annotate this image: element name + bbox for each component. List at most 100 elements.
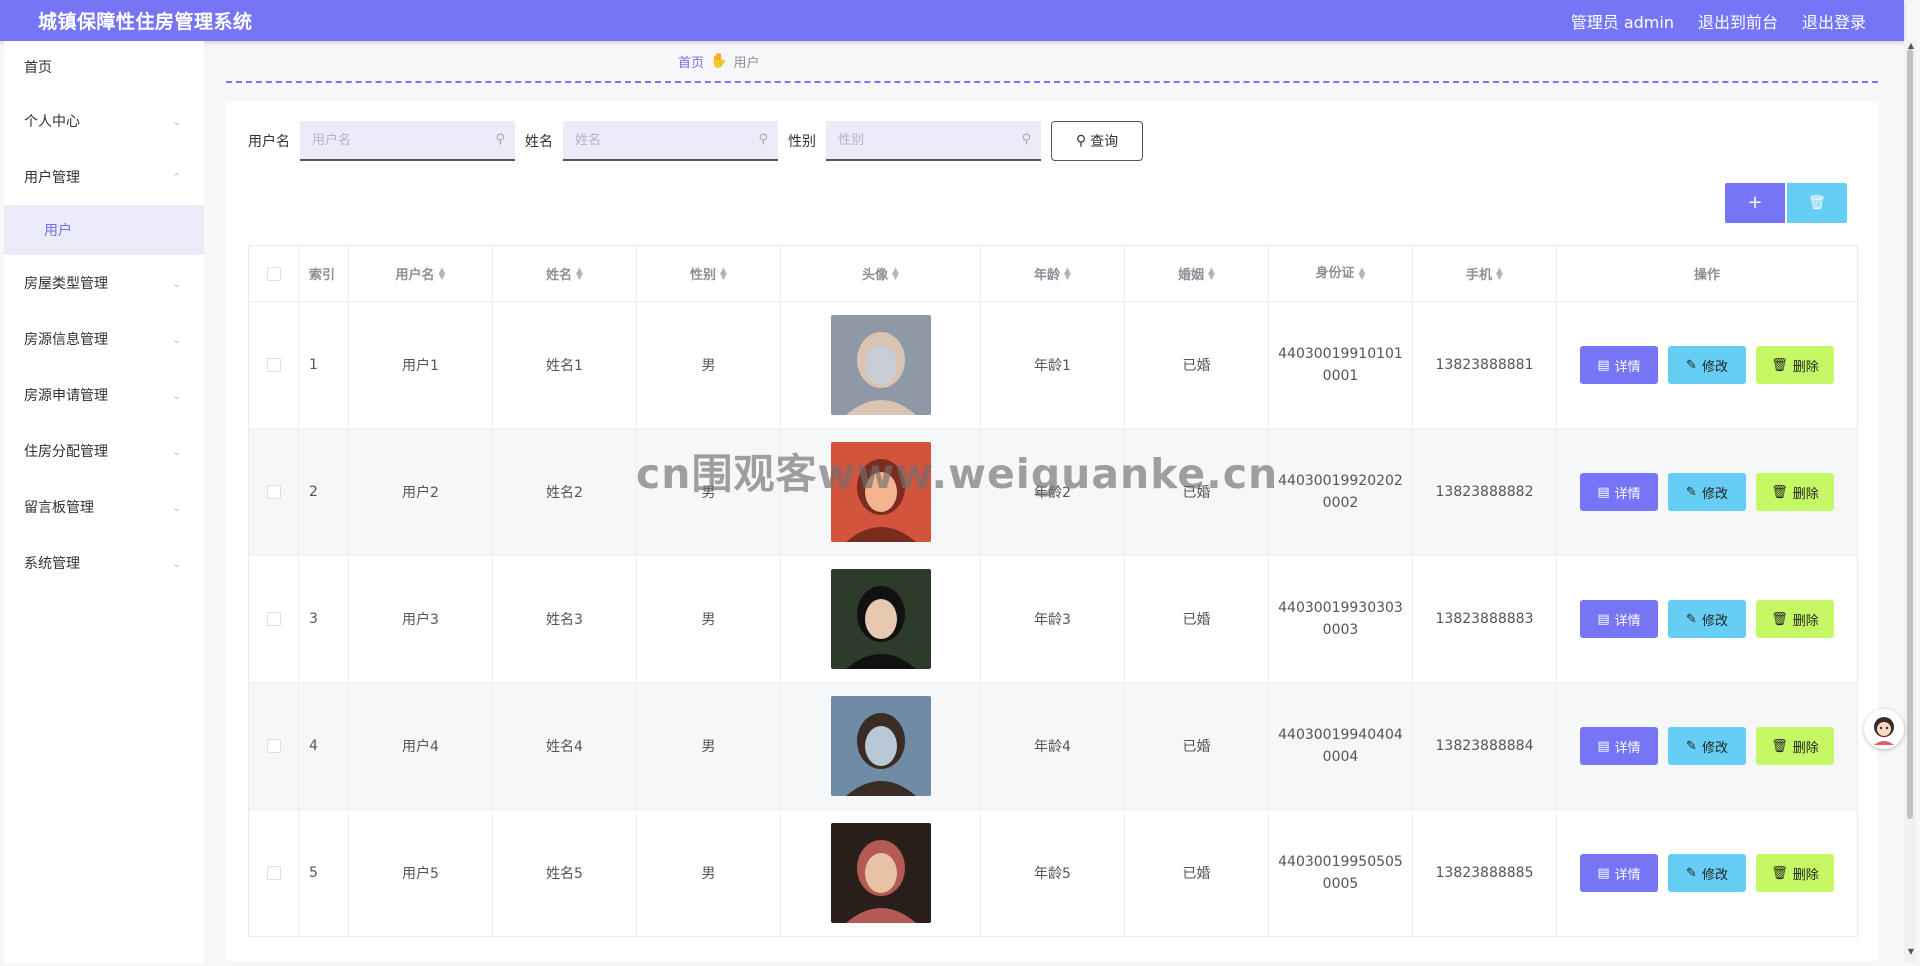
delete-button[interactable]: 🗑 删除 [1756,600,1834,638]
delete-button[interactable]: 🗑 删除 [1756,854,1834,892]
batch-delete-button[interactable]: 🗑 [1787,183,1847,223]
header-gender-label: 性别 [690,268,717,283]
scrollbar[interactable] [1904,41,1916,963]
row-checkbox[interactable] [266,739,281,753]
edit-button[interactable]: ✎ 修改 [1668,600,1746,638]
header-phone[interactable]: 手机 ▲ ▼ [1413,246,1557,301]
sort-icon[interactable]: ▲ ▼ [720,266,727,281]
trash-icon: 🗑 [1771,611,1788,627]
scroll-down-arrow[interactable]: ▼ [1908,947,1914,956]
header-age[interactable]: 年龄 ▲ ▼ [981,246,1125,301]
avatar-photo [830,823,931,923]
row-checkbox[interactable] [266,612,281,626]
sidebar-item-message-board[interactable]: 留言板管理 ⌄ [4,479,204,535]
detail-button[interactable]: ▤ 详情 [1580,854,1658,892]
scroll-up-arrow[interactable]: ▲ [1908,41,1914,50]
sidebar-item-label: 房屋类型管理 [24,276,108,292]
header-username[interactable]: 用户名 ▲ ▼ [349,246,493,301]
trash-icon: 🗑 [1771,865,1788,881]
delete-button[interactable]: 🗑 删除 [1756,473,1834,511]
sidebar: 首页 个人中心 ⌄ 用户管理 ⌃ 用户 房屋类型管理 ⌄ 房源信息管理 ⌄ 房源申请管理… [4,41,204,963]
header-name[interactable]: 姓名 ▲ ▼ [493,246,637,301]
name-search: ⚲ [563,121,778,161]
scrollbar-thumb[interactable] [1907,49,1913,819]
cell-username: 用户2 [349,429,493,555]
sort-icon[interactable]: ▲ ▼ [892,266,899,281]
detail-button[interactable]: ▤ 详情 [1580,600,1658,638]
edit-button[interactable]: ✎ 修改 [1668,473,1746,511]
header-marriage-label: 婚姻 [1178,268,1205,283]
sidebar-item-house-info[interactable]: 房源信息管理 ⌄ [4,311,204,367]
sidebar-item-user-management[interactable]: 用户管理 ⌃ [4,149,204,205]
floating-avatar[interactable] [1864,709,1904,749]
username-search: ⚲ [300,121,515,161]
sort-icon[interactable]: ▲ ▼ [576,266,583,281]
delete-label: 删除 [1792,867,1819,883]
username-input[interactable] [312,132,482,148]
sidebar-item-label: 首页 [24,60,52,76]
edit-button[interactable]: ✎ 修改 [1668,346,1746,384]
search-icon: ⚲ [495,132,505,147]
sidebar-item-label: 房源申请管理 [24,388,108,404]
header-idcard[interactable]: 身份证 ▲ ▼ [1269,246,1413,301]
query-button[interactable]: ⚲ 查询 [1051,121,1143,161]
sidebar-item-house-allocation[interactable]: 住房分配管理 ⌄ [4,423,204,479]
header-gender[interactable]: 性别 ▲ ▼ [637,246,781,301]
avatar-photo [830,569,931,669]
sidebar-item-label: 住房分配管理 [24,444,108,460]
pencil-icon: ✎ [1686,611,1697,627]
cell-avatar [781,810,981,936]
sidebar-item-house-apply[interactable]: 房源申请管理 ⌄ [4,367,204,423]
header-ops: 操作 [1557,246,1857,301]
cell-index: 2 [299,429,349,555]
detail-button[interactable]: ▤ 详情 [1580,727,1658,765]
cell-gender: 男 [637,302,781,428]
sort-icon[interactable]: ▲ ▼ [1208,266,1215,281]
cell-gender: 男 [637,556,781,682]
sort-icon[interactable]: ▲ ▼ [439,266,446,281]
sidebar-item-house-type[interactable]: 房屋类型管理 ⌄ [4,255,204,311]
edit-button[interactable]: ✎ 修改 [1668,854,1746,892]
detail-button[interactable]: ▤ 详情 [1580,473,1658,511]
avatar[interactable] [830,569,931,669]
chevron-up-icon: ⌃ [172,171,182,184]
sort-icon[interactable]: ▲ ▼ [1496,266,1503,281]
edit-button[interactable]: ✎ 修改 [1668,727,1746,765]
sidebar-item-personal-center[interactable]: 个人中心 ⌄ [4,93,204,149]
header-phone-label: 手机 [1466,268,1493,283]
add-button[interactable]: + [1725,183,1785,223]
row-checkbox[interactable] [266,485,281,499]
row-checkbox[interactable] [266,358,281,372]
cell-idcard: 440300199101010001 [1269,302,1413,428]
edit-label: 修改 [1701,867,1728,883]
sidebar-item-system[interactable]: 系统管理 ⌄ [4,535,204,591]
delete-button[interactable]: 🗑 删除 [1756,346,1834,384]
gender-input[interactable] [838,132,1008,148]
select-all-checkbox[interactable] [266,266,281,281]
trash-icon: 🗑 [1771,484,1788,500]
sidebar-item-user[interactable]: 用户 [4,205,204,255]
sort-icon[interactable]: ▲ ▼ [1064,266,1071,281]
header-avatar[interactable]: 头像 ▲ ▼ [781,246,981,301]
cell-name: 姓名2 [493,429,637,555]
front-link[interactable]: 退出到前台 [1698,9,1778,33]
breadcrumb-home[interactable]: 首页 [678,52,704,71]
header-marriage[interactable]: 婚姻 ▲ ▼ [1125,246,1269,301]
document-icon: ▤ [1597,484,1610,500]
avatar[interactable] [830,315,931,415]
cell-avatar [781,683,981,809]
cell-ops: ▤ 详情 ✎ 修改 🗑 删除 [1557,429,1857,555]
row-select-cell [249,302,299,428]
row-select-cell [249,429,299,555]
user-table: 索引 用户名 ▲ ▼ 姓名 ▲ ▼ 性别 ▲ ▼ 头像 ▲ ▼ 年龄 ▲ ▼ 婚姻 ▲ ▼ 身份证 ▲ ▼ … [248,245,1858,937]
row-checkbox[interactable] [266,866,281,880]
detail-button[interactable]: ▤ 详情 [1580,346,1658,384]
delete-button[interactable]: 🗑 删除 [1756,727,1834,765]
avatar[interactable] [830,823,931,923]
cell-idcard: 440300199303030003 [1269,556,1413,682]
name-input[interactable] [575,132,745,148]
avatar[interactable] [830,696,931,796]
sort-icon[interactable]: ▲ ▼ [1359,266,1366,281]
logout-link[interactable]: 退出登录 [1802,9,1866,33]
sidebar-item-home[interactable]: 首页 [4,41,204,93]
